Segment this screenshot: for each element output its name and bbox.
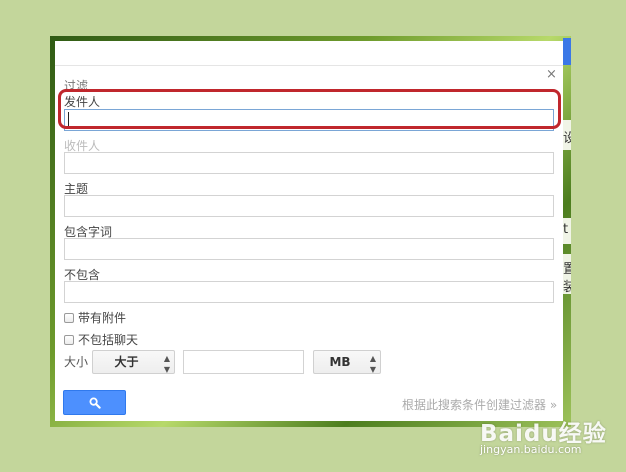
has-attachment-label: 带有附件 bbox=[78, 311, 127, 325]
exclude-chats-row[interactable]: 不包括聊天 bbox=[64, 331, 138, 348]
watermark-url: jingyan.baidu.com bbox=[480, 443, 582, 456]
to-input[interactable] bbox=[64, 152, 554, 174]
background-fragment: t bbox=[563, 222, 569, 237]
search-button[interactable] bbox=[63, 390, 126, 415]
close-icon[interactable]: × bbox=[546, 68, 557, 81]
subject-input[interactable] bbox=[64, 195, 554, 217]
search-icon bbox=[89, 397, 101, 409]
background-blue-tab bbox=[563, 38, 571, 65]
up-down-arrows-icon: ▲ ▼ bbox=[369, 354, 376, 374]
doesnt-have-input[interactable] bbox=[64, 281, 554, 303]
size-value-input[interactable] bbox=[183, 350, 304, 374]
size-unit-select[interactable]: MB ▲ ▼ bbox=[313, 350, 381, 374]
create-filter-link[interactable]: 根据此搜索条件创建过滤器 » bbox=[402, 396, 557, 413]
has-attachment-row[interactable]: 带有附件 bbox=[64, 309, 126, 326]
filter-dialog: × 过滤 发件人 收件人 主题 包含字词 不包含 带有附件 不包括聊天 大小 大… bbox=[55, 41, 563, 421]
exclude-chats-label: 不包括聊天 bbox=[78, 333, 139, 347]
exclude-chats-checkbox[interactable] bbox=[64, 334, 74, 345]
has-words-input[interactable] bbox=[64, 238, 554, 260]
size-label: 大小 bbox=[64, 355, 89, 369]
up-down-arrows-icon: ▲ ▼ bbox=[163, 354, 170, 374]
background-fragment: 置 bbox=[563, 262, 571, 277]
highlight-annotation bbox=[58, 89, 561, 129]
dialog-top-bar bbox=[55, 41, 563, 66]
background-fragment: 设 bbox=[563, 131, 571, 146]
has-attachment-checkbox[interactable] bbox=[64, 312, 74, 323]
size-comparator-select[interactable]: 大于 ▲ ▼ bbox=[92, 350, 175, 374]
background-fragment: 装 bbox=[563, 280, 571, 295]
size-unit-value: MB bbox=[329, 355, 351, 369]
size-comparator-value: 大于 bbox=[114, 355, 139, 369]
